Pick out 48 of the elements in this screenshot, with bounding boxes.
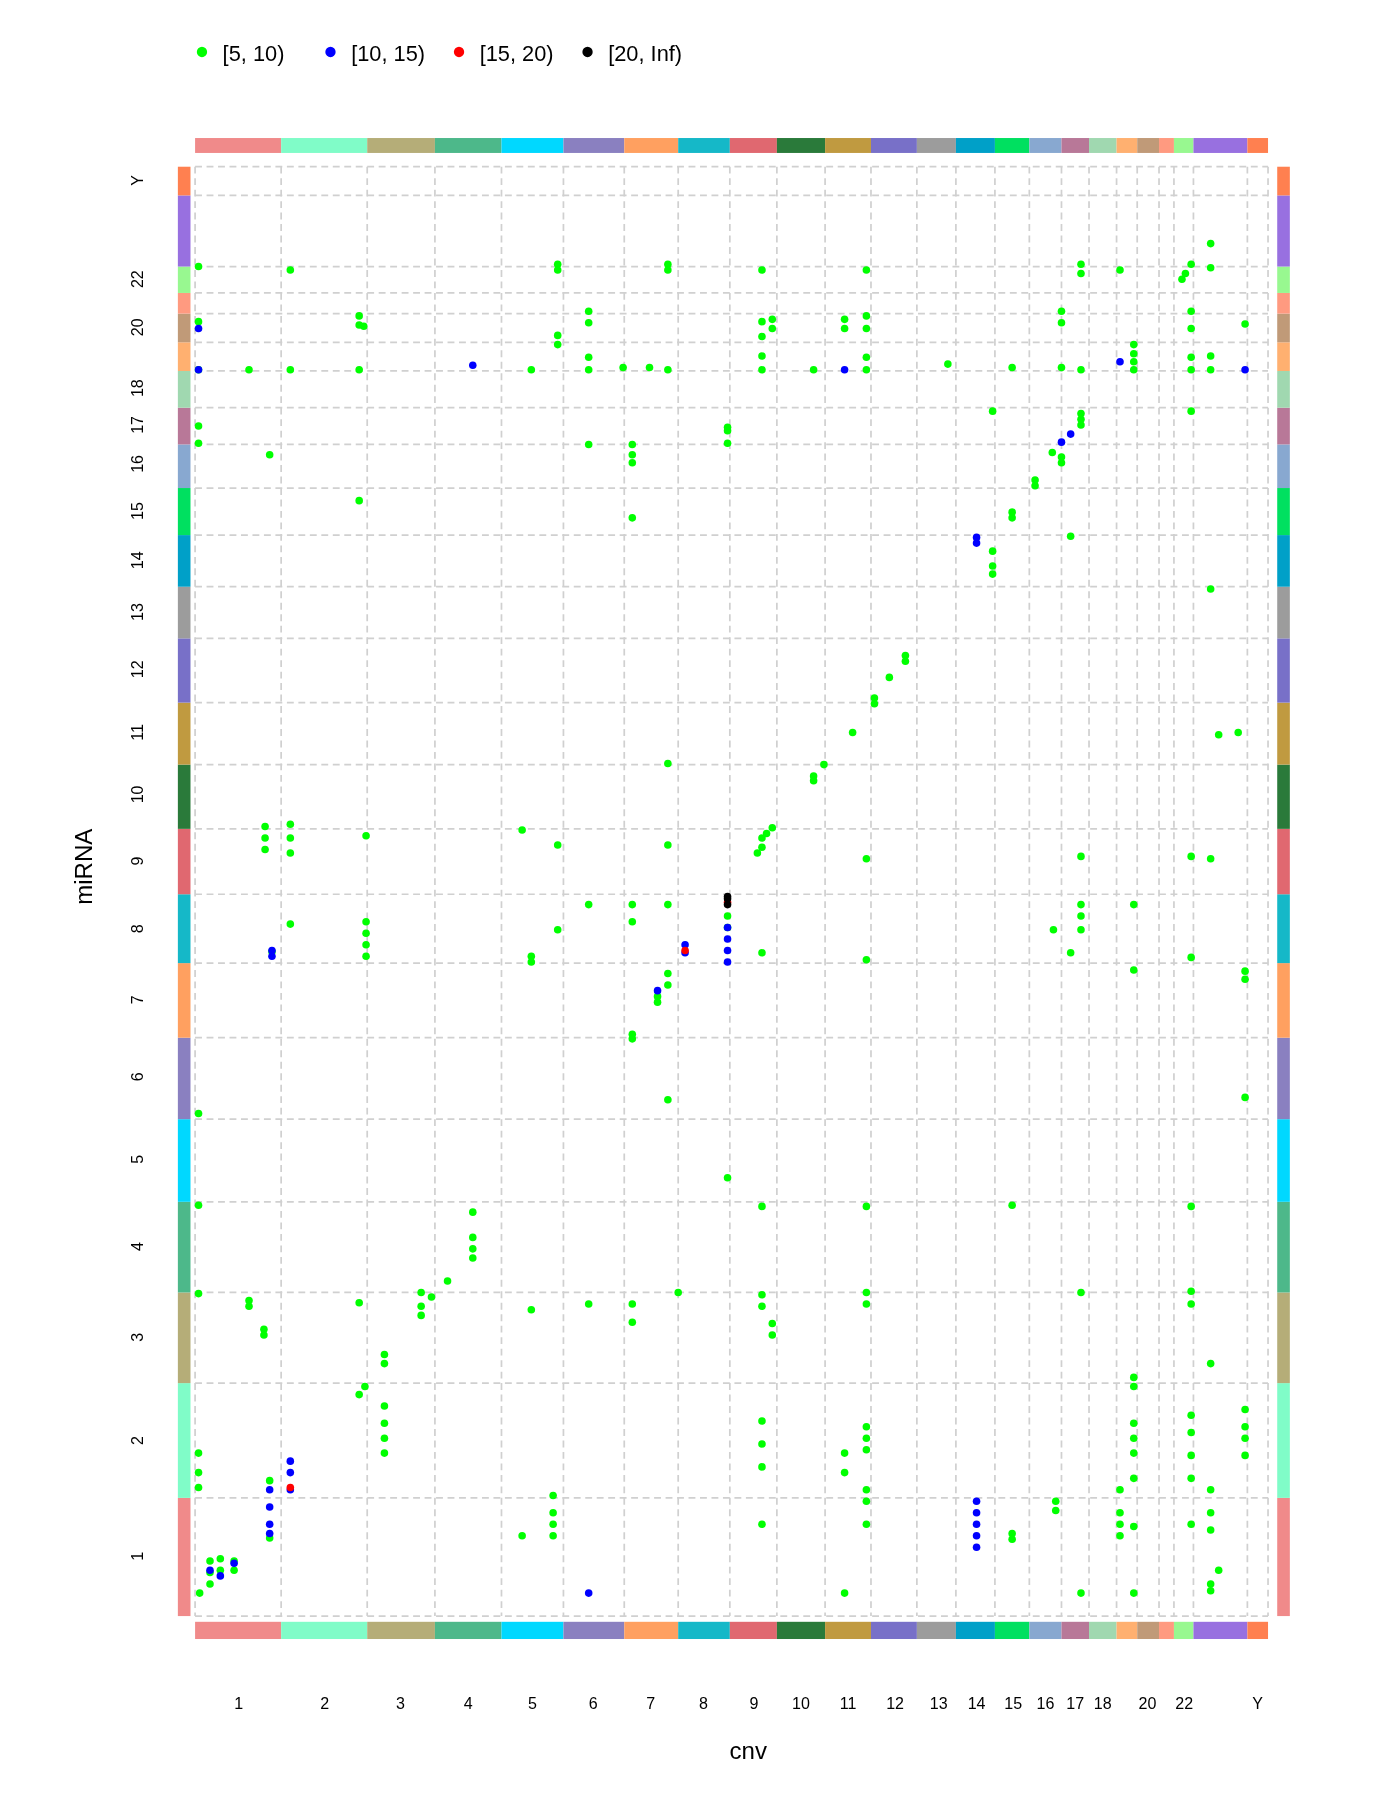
tick-label: 14	[128, 551, 147, 570]
tick-label: 6	[128, 1072, 147, 1082]
tick-label: Y	[128, 175, 147, 186]
tick-label: 15	[1004, 1694, 1023, 1712]
tick-label: 11	[839, 1694, 857, 1712]
tick-label: 14	[967, 1694, 986, 1712]
tick-label: 8	[128, 924, 147, 934]
tick-label: 20	[128, 318, 147, 337]
tick-label: 20	[1138, 1694, 1157, 1712]
tick-label: 1	[128, 1551, 147, 1561]
tick-label: 16	[1036, 1694, 1055, 1712]
tick-label: 1	[234, 1694, 244, 1712]
tick-label: 3	[128, 1332, 147, 1342]
legend-label: [10, 15)	[351, 41, 426, 67]
tick-label: 3	[396, 1694, 405, 1712]
tick-label: 18	[128, 379, 147, 398]
axis-title: miRNA	[69, 828, 97, 905]
tick-label: 15	[128, 502, 147, 520]
axis-title: cnv	[729, 1737, 767, 1765]
legend-label: [20, Inf)	[608, 41, 683, 67]
tick-label: 22	[1175, 1694, 1194, 1712]
tick-label: 13	[929, 1694, 948, 1712]
tick-label: 9	[128, 856, 147, 866]
tick-label: 17	[1066, 1694, 1085, 1712]
legend-label: [15, 20)	[479, 41, 554, 67]
tick-label: 18	[1093, 1694, 1112, 1712]
tick-label: 12	[886, 1694, 904, 1712]
tick-label: 12	[128, 660, 147, 679]
tick-label: 7	[646, 1694, 656, 1712]
tick-label: 6	[588, 1694, 598, 1712]
tick-label: 11	[128, 724, 147, 741]
tick-label: 17	[128, 416, 147, 434]
tick-label: 13	[128, 603, 147, 621]
tick-label: 8	[698, 1694, 708, 1712]
legend-label: [5, 10)	[222, 41, 285, 67]
tick-label: 7	[128, 995, 147, 1005]
tick-label: 10	[792, 1694, 810, 1712]
tick-label: 4	[463, 1694, 473, 1712]
tick-label: 9	[749, 1694, 759, 1712]
tick-label: 5	[528, 1694, 537, 1712]
tick-label: 2	[128, 1436, 147, 1445]
tick-label: 16	[128, 455, 147, 473]
tick-label: 5	[128, 1154, 147, 1164]
tick-label: 4	[128, 1242, 147, 1252]
tick-label: 10	[128, 785, 147, 804]
tick-label: 2	[320, 1694, 330, 1712]
tick-label: Y	[1252, 1694, 1264, 1712]
tick-label: 22	[128, 270, 147, 289]
